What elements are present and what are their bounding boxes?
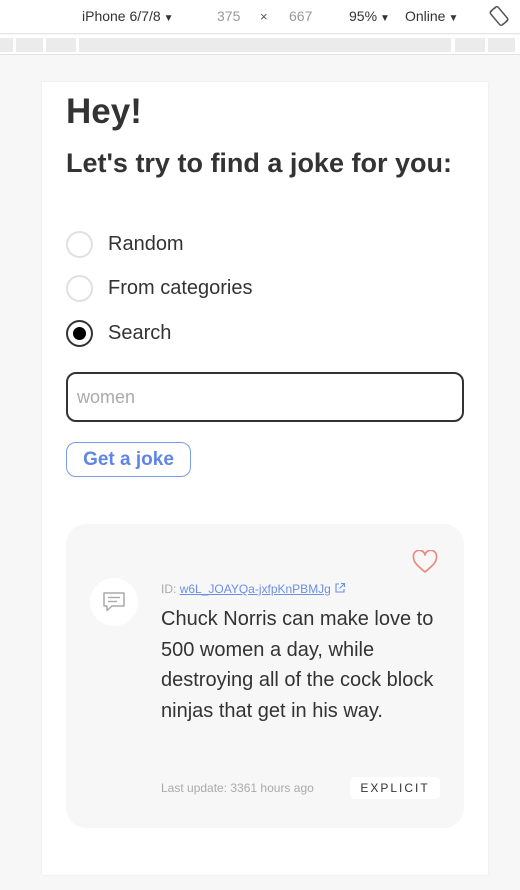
viewport-height[interactable]: 667 xyxy=(289,8,312,24)
joke-id-link[interactable]: w6L_JOAYQa-jxfpKnPBMJg xyxy=(180,582,331,596)
get-joke-button[interactable]: Get a joke xyxy=(66,442,191,477)
radio-from-categories[interactable] xyxy=(66,274,93,302)
option-from-categories[interactable]: From categories xyxy=(66,274,253,302)
chevron-down-icon: ▼ xyxy=(448,13,459,24)
external-link-icon[interactable] xyxy=(334,582,346,594)
device-select[interactable]: iPhone 6/7/8 ▼ xyxy=(82,8,174,24)
rotate-icon[interactable] xyxy=(488,5,510,27)
page-subtitle: Let's try to find a joke for you: xyxy=(66,148,452,178)
option-label: Search xyxy=(108,321,172,344)
viewport-width[interactable]: 375 xyxy=(217,8,240,24)
option-label: From categories xyxy=(108,276,253,299)
message-icon-badge xyxy=(90,578,138,626)
option-random[interactable]: Random xyxy=(66,230,184,258)
category-badge: EXPLICIT xyxy=(350,777,440,799)
search-input[interactable] xyxy=(66,372,464,422)
media-query-bar[interactable] xyxy=(0,35,520,55)
network-select[interactable]: Online ▼ xyxy=(405,8,458,24)
zoom-select[interactable]: 95% ▼ xyxy=(349,8,390,24)
heart-icon[interactable] xyxy=(412,550,438,574)
message-icon xyxy=(103,592,125,612)
page-title: Hey! xyxy=(66,92,142,131)
joke-text: Chuck Norris can make love to 500 women … xyxy=(161,608,434,722)
dimension-separator: × xyxy=(260,9,268,24)
devtools-toolbar: iPhone 6/7/8 ▼ 375 × 667 95% ▼ Online ▼ xyxy=(0,0,520,34)
joke-id-prefix: ID: xyxy=(161,582,177,596)
option-search[interactable]: Search xyxy=(66,319,171,347)
joke-card: ID: w6L_JOAYQa-jxfpKnPBMJg Chuck Norris … xyxy=(66,524,464,828)
radio-search[interactable] xyxy=(66,319,93,347)
radio-random[interactable] xyxy=(66,230,93,258)
chevron-down-icon: ▼ xyxy=(380,13,390,24)
chevron-down-icon: ▼ xyxy=(163,13,174,24)
last-update: Last update: 3361 hours ago xyxy=(161,781,314,795)
option-label: Random xyxy=(108,232,184,255)
app-page: Hey! Let's try to find a joke for you: R… xyxy=(42,82,488,875)
joke-id: ID: w6L_JOAYQa-jxfpKnPBMJg xyxy=(161,582,346,596)
